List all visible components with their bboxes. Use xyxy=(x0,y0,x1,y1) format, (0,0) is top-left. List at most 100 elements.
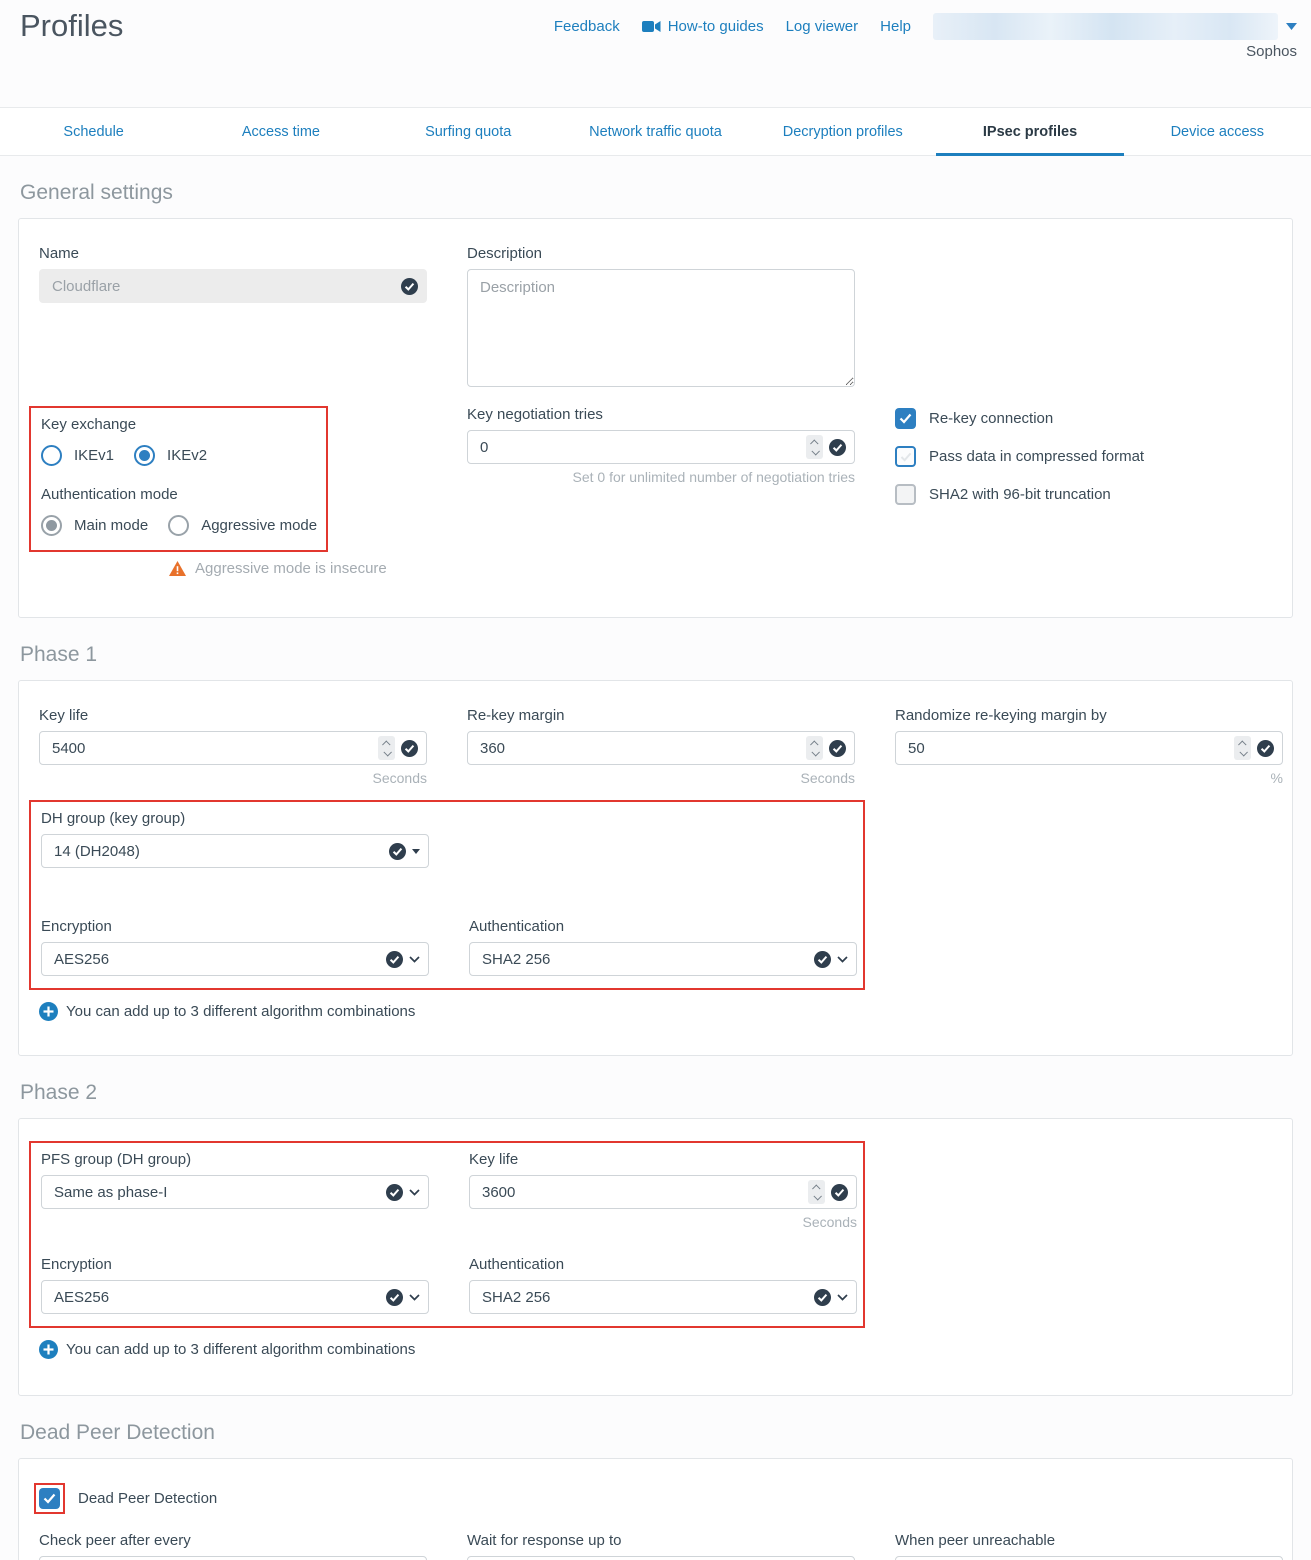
phase2-encryption-label: Encryption xyxy=(41,1256,429,1273)
checkbox-pass-data-compressed[interactable] xyxy=(895,446,916,467)
chevron-down-icon xyxy=(409,1294,420,1301)
phase1-randomize-field xyxy=(895,731,1283,765)
tab-device-access[interactable]: Device access xyxy=(1124,108,1311,155)
phase1-dh-group-label: DH group (key group) xyxy=(41,810,429,827)
phase1-key-life-label: Key life xyxy=(39,707,427,724)
radio-main-mode[interactable] xyxy=(41,515,62,536)
name-label: Name xyxy=(39,245,427,262)
help-link[interactable]: Help xyxy=(880,18,911,35)
stepper-control[interactable] xyxy=(378,736,395,760)
tab-network-traffic-quota[interactable]: Network traffic quota xyxy=(562,108,749,155)
dropdown-triangle-icon xyxy=(412,849,420,854)
phase1-rekey-margin-label: Re-key margin xyxy=(467,707,855,724)
page-header: Profiles Feedback How-to guides Log view… xyxy=(0,0,1311,107)
key-exchange-annotation-box: Key exchange IKEv1 IKEv2 Authentication … xyxy=(29,406,328,552)
dpd-heading: Dead Peer Detection xyxy=(20,1420,1291,1446)
phase1-authentication-label: Authentication xyxy=(469,918,857,935)
phase2-key-life-field xyxy=(469,1175,857,1209)
name-field xyxy=(39,269,427,303)
tab-ipsec-profiles[interactable]: IPsec profiles xyxy=(936,108,1123,155)
chevron-down-icon xyxy=(837,1294,848,1301)
checkbox-pass-data-compressed-label: Pass data in compressed format xyxy=(929,448,1144,465)
tab-schedule[interactable]: Schedule xyxy=(0,108,187,155)
phase2-authentication-value: SHA2 256 xyxy=(482,1289,808,1306)
phase1-authentication-select[interactable]: SHA2 256 xyxy=(469,942,857,976)
add-circle-icon[interactable] xyxy=(39,1340,58,1359)
stepper-control[interactable] xyxy=(1234,736,1251,760)
radio-aggressive-mode-label: Aggressive mode xyxy=(201,517,317,534)
checkbox-sha2-truncation[interactable] xyxy=(895,484,916,505)
howto-guides-link[interactable]: How-to guides xyxy=(642,18,764,35)
stepper-control[interactable] xyxy=(808,1180,825,1204)
phase1-key-life-input[interactable] xyxy=(52,740,372,757)
ipsec-profiles-page: Profiles Feedback How-to guides Log view… xyxy=(0,0,1311,1560)
dpd-wait-field xyxy=(467,1556,855,1560)
dpd-check-peer-field xyxy=(39,1556,427,1560)
chevron-down-icon xyxy=(837,956,848,963)
unit-label: Seconds xyxy=(39,770,427,786)
radio-main-mode-label: Main mode xyxy=(74,517,148,534)
radio-ikev1[interactable] xyxy=(41,445,62,466)
phase1-randomize-input[interactable] xyxy=(908,740,1228,757)
phase1-encryption-select[interactable]: AES256 xyxy=(41,942,429,976)
phase1-dh-group-select[interactable]: 14 (DH2048) xyxy=(41,834,429,868)
check-circle-icon xyxy=(814,951,831,968)
phase2-encryption-select[interactable]: AES256 xyxy=(41,1280,429,1314)
key-negotiation-tries-input[interactable] xyxy=(480,439,800,456)
radio-aggressive-mode[interactable] xyxy=(168,515,189,536)
check-circle-icon xyxy=(389,843,406,860)
checkbox-sha2-truncation-label: SHA2 with 96-bit truncation xyxy=(929,486,1111,503)
add-circle-icon[interactable] xyxy=(39,1002,58,1021)
radio-ikev2-label: IKEv2 xyxy=(167,447,207,464)
chevron-down-icon xyxy=(1286,23,1297,30)
check-circle-icon xyxy=(829,740,846,757)
check-circle-icon xyxy=(814,1289,831,1306)
video-camera-icon xyxy=(642,20,661,33)
account-menu[interactable] xyxy=(933,13,1297,40)
dpd-toggle-label: Dead Peer Detection xyxy=(78,1490,217,1507)
description-textarea[interactable] xyxy=(467,269,855,387)
aggressive-mode-warning: Aggressive mode is insecure xyxy=(195,560,387,577)
chevron-down-icon xyxy=(409,956,420,963)
log-viewer-label: Log viewer xyxy=(786,18,859,35)
tab-access-time[interactable]: Access time xyxy=(187,108,374,155)
stepper-control[interactable] xyxy=(806,736,823,760)
chevron-down-icon xyxy=(409,1189,420,1196)
phase2-authentication-select[interactable]: SHA2 256 xyxy=(469,1280,857,1314)
log-viewer-link[interactable]: Log viewer xyxy=(786,18,859,35)
description-label: Description xyxy=(467,245,855,262)
key-negotiation-tries-label: Key negotiation tries xyxy=(467,406,855,423)
phase1-key-life-field xyxy=(39,731,427,765)
stepper-control[interactable] xyxy=(806,435,823,459)
dpd-peer-unreachable-label: When peer unreachable xyxy=(895,1532,1283,1549)
phase1-rekey-margin-field xyxy=(467,731,855,765)
check-circle-icon xyxy=(401,278,418,295)
check-circle-icon xyxy=(829,439,846,456)
check-circle-icon xyxy=(401,740,418,757)
dpd-peer-unreachable-select[interactable]: Re-initiate xyxy=(895,1556,1283,1560)
phase1-card: Key life Seconds Re-key margin xyxy=(18,680,1293,1056)
tab-surfing-quota[interactable]: Surfing quota xyxy=(375,108,562,155)
phase2-encryption-value: AES256 xyxy=(54,1289,380,1306)
tries-helper-text: Set 0 for unlimited number of negotiatio… xyxy=(467,469,855,485)
phase2-key-life-input[interactable] xyxy=(482,1184,802,1201)
account-name-redacted xyxy=(933,13,1278,40)
phase2-card: PFS group (DH group) Same as phase-I Key… xyxy=(18,1118,1293,1396)
page-title: Profiles xyxy=(20,8,123,44)
phase1-encryption-value: AES256 xyxy=(54,951,380,968)
phase1-rekey-margin-input[interactable] xyxy=(480,740,800,757)
phase2-pfs-group-select[interactable]: Same as phase-I xyxy=(41,1175,429,1209)
feedback-link[interactable]: Feedback xyxy=(554,18,620,35)
phase1-heading: Phase 1 xyxy=(20,642,1291,668)
radio-ikev2[interactable] xyxy=(134,445,155,466)
checkbox-rekey-connection[interactable] xyxy=(895,408,916,429)
profiles-tabbar: Schedule Access time Surfing quota Netwo… xyxy=(0,107,1311,156)
help-label: Help xyxy=(880,18,911,35)
dpd-card: Dead Peer Detection Check peer after eve… xyxy=(18,1458,1293,1560)
tab-decryption-profiles[interactable]: Decryption profiles xyxy=(749,108,936,155)
phase1-authentication-value: SHA2 256 xyxy=(482,951,808,968)
warning-triangle-icon xyxy=(169,561,186,576)
howto-guides-label: How-to guides xyxy=(668,18,764,35)
checkbox-dead-peer-detection[interactable] xyxy=(39,1488,60,1509)
unit-label: Seconds xyxy=(469,1214,857,1230)
